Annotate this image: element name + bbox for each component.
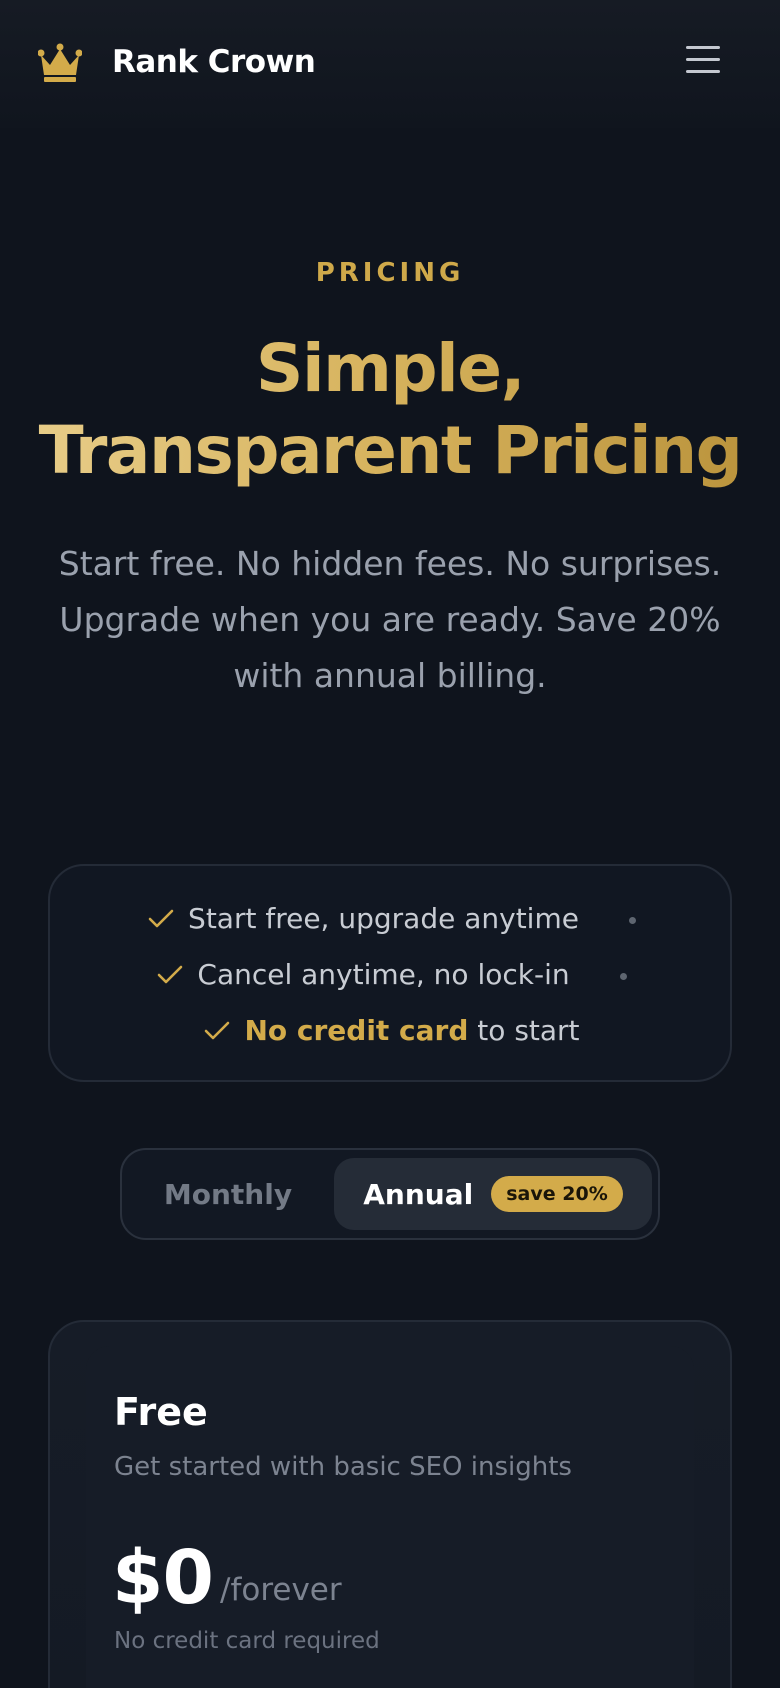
subtitle-line-1: Start free. No hidden fees. No surprises… xyxy=(58,544,722,583)
billing-toggle: Monthly Annual save 20% xyxy=(120,1148,660,1240)
page-title: Simple, Transparent Pricing xyxy=(0,328,780,492)
feature-highlight: No credit card xyxy=(244,1014,469,1047)
feature-item: No credit card to start xyxy=(50,1014,734,1047)
billing-annual-option[interactable]: Annual save 20% xyxy=(334,1158,652,1230)
plan-period: /forever xyxy=(220,1572,342,1608)
features-box: Start free, upgrade anytime Cancel anyti… xyxy=(48,864,732,1082)
separator-dot xyxy=(619,972,627,980)
plan-note: No credit card required xyxy=(114,1628,380,1654)
page-title-line-2: Transparent Pricing xyxy=(38,412,742,489)
subtitle-line-3: with annual billing. xyxy=(233,656,547,695)
billing-monthly-option[interactable]: Monthly xyxy=(122,1150,334,1238)
feature-text: Cancel anytime, no lock-in xyxy=(197,958,570,991)
check-icon xyxy=(148,909,174,928)
section-eyebrow: PRICING xyxy=(315,258,465,288)
billing-annual-label: Annual xyxy=(363,1177,474,1211)
save-badge: save 20% xyxy=(491,1176,623,1212)
feature-text: Start free, upgrade anytime xyxy=(188,902,579,935)
hamburger-menu-icon[interactable] xyxy=(686,46,720,80)
page-subtitle: Start free. No hidden fees. No surprises… xyxy=(40,536,740,704)
feature-text: to start xyxy=(468,1014,580,1047)
plan-description: Get started with basic SEO insights xyxy=(114,1452,572,1482)
crown-icon[interactable] xyxy=(38,43,82,83)
plan-name: Free xyxy=(114,1390,208,1434)
feature-item: Start free, upgrade anytime xyxy=(50,902,734,935)
page-title-line-1: Simple, xyxy=(255,330,525,407)
check-icon xyxy=(205,1021,230,1040)
subtitle-line-2: Upgrade when you are ready. Save 20% xyxy=(59,600,721,639)
brand-name[interactable]: Rank Crown xyxy=(112,44,316,80)
plan-price: $0 xyxy=(112,1535,214,1621)
feature-item: Cancel anytime, no lock-in xyxy=(50,958,734,991)
check-icon xyxy=(158,965,183,984)
top-nav-bar: Rank Crown xyxy=(0,0,780,128)
separator-dot xyxy=(628,916,636,924)
